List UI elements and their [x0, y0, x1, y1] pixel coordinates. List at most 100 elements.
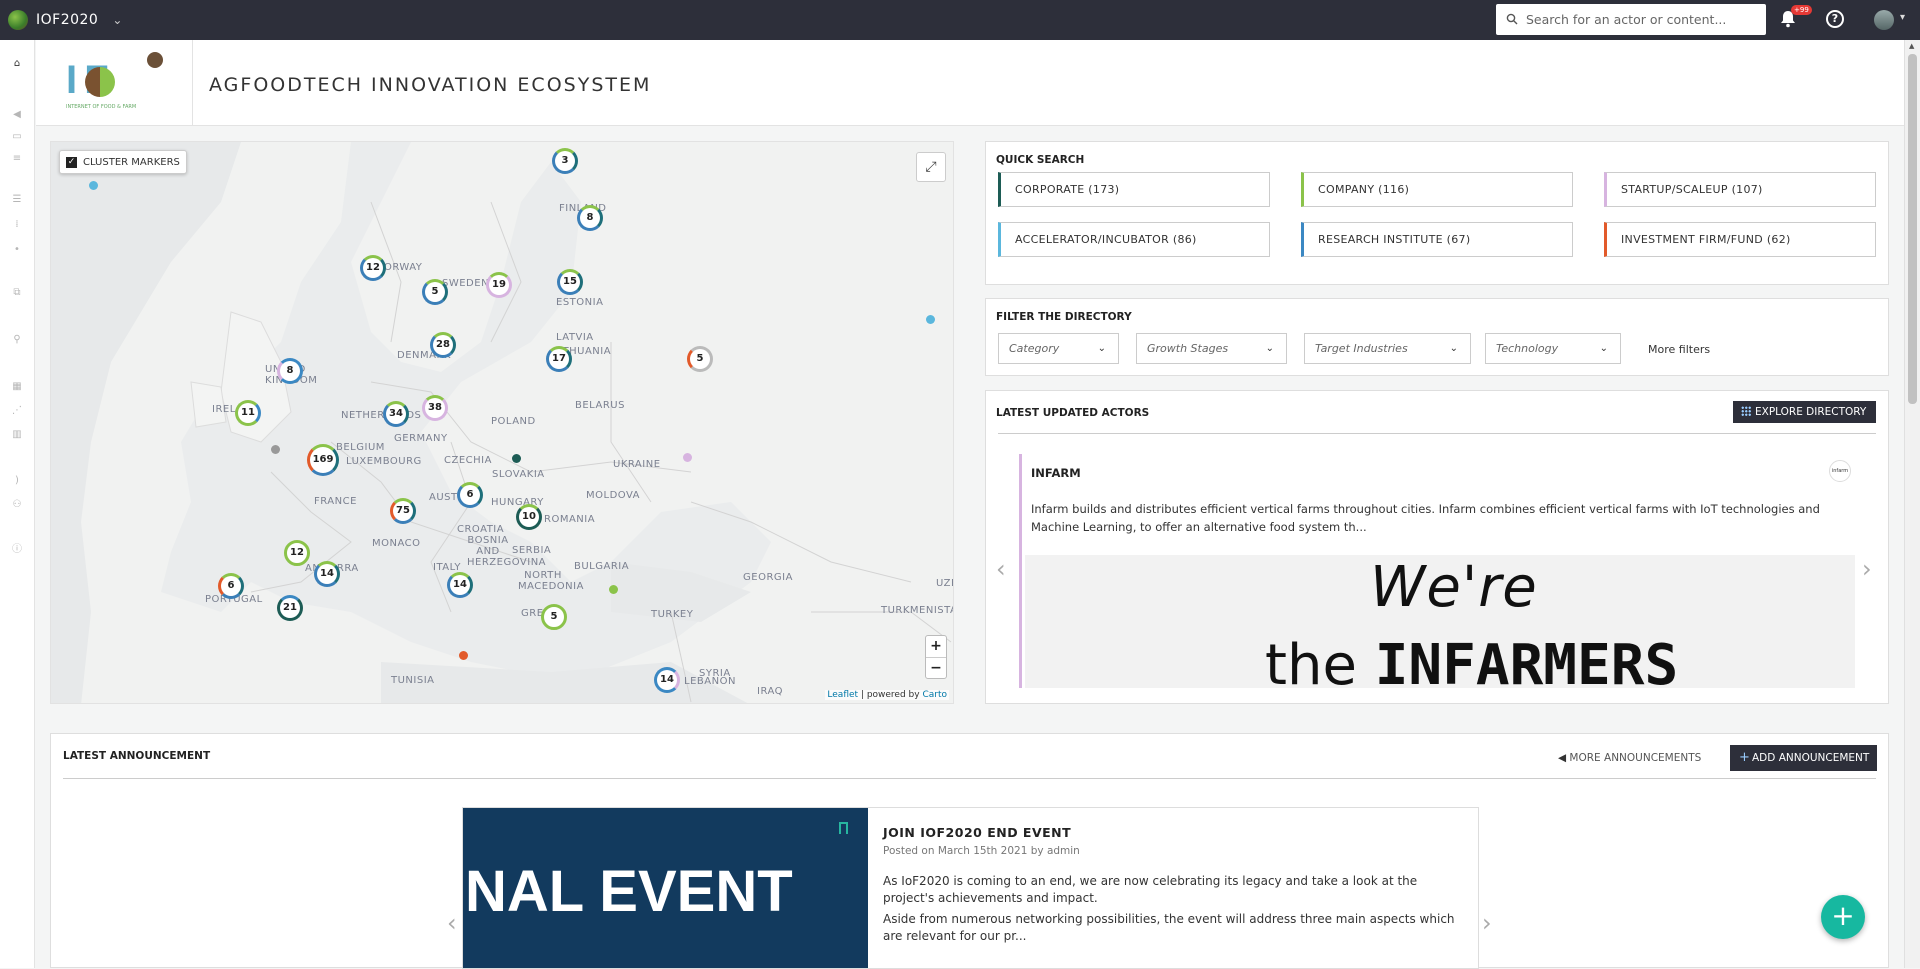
country-label: FRANCE [314, 496, 357, 507]
bookmark-icon[interactable] [839, 822, 848, 834]
rss-icon[interactable]: ) [11, 476, 23, 486]
floating-add-button[interactable]: + [1821, 895, 1865, 939]
dashboard-icon[interactable]: ▦ [11, 382, 23, 392]
notifications-badge: +99 [1791, 5, 1812, 15]
quick-search-company[interactable]: COMPANY (116) [1301, 172, 1573, 207]
global-search[interactable] [1496, 4, 1766, 35]
app-logo[interactable] [8, 10, 28, 30]
map-cluster[interactable]: 15 [557, 269, 583, 295]
map-cluster[interactable]: 14 [314, 561, 340, 587]
location-pin-icon[interactable]: • [11, 245, 23, 255]
home-icon[interactable]: ⌂ [11, 59, 23, 69]
map-cluster[interactable]: 6 [218, 573, 244, 599]
map-marker[interactable] [458, 650, 468, 660]
checkbox-checked-icon[interactable]: ✓ [66, 156, 77, 168]
map-cluster[interactable]: 17 [546, 346, 572, 372]
cluster-markers-toggle[interactable]: ✓ CLUSTER MARKERS [59, 150, 187, 174]
map-cluster[interactable]: 8 [577, 205, 603, 231]
zoom-in-button[interactable]: + [926, 636, 946, 657]
map-cluster[interactable]: 5 [541, 604, 567, 630]
map-cluster[interactable]: 6 [457, 482, 483, 508]
map-cluster[interactable]: 3 [552, 148, 578, 174]
actors-map[interactable]: ✓ CLUSTER MARKERS ⤢ FINLAND NORWAY SWEDE… [50, 141, 954, 704]
map-marker[interactable] [88, 180, 98, 190]
announcements-icon[interactable]: ◀ [11, 110, 23, 120]
more-filters-link[interactable]: More filters [1648, 343, 1710, 356]
info-icon[interactable]: ⓘ [11, 545, 23, 555]
map-marker[interactable] [511, 453, 521, 463]
scrollbar-thumb[interactable] [1908, 54, 1917, 404]
map-marker[interactable] [270, 444, 280, 454]
map-cluster[interactable]: 19 [486, 272, 512, 298]
leaflet-link[interactable]: Leaflet [827, 690, 858, 700]
team-icon[interactable]: ⚇ [11, 500, 23, 510]
quick-search-startup[interactable]: STARTUP/SCALEUP (107) [1604, 172, 1876, 207]
map-cluster[interactable]: 28 [430, 332, 456, 358]
search-input[interactable] [1526, 12, 1756, 27]
app-title[interactable]: IOF2020 [36, 12, 98, 28]
compare-icon[interactable]: ⧉ [11, 288, 23, 298]
target-industries-dropdown[interactable]: Target Industries ⌄ [1304, 333, 1471, 364]
chevron-down-icon: ⌄ [1449, 343, 1458, 354]
messages-icon[interactable]: ▭ [11, 132, 23, 142]
quick-search-investment[interactable]: INVESTMENT FIRM/FUND (62) [1604, 222, 1876, 257]
zoom-out-button[interactable]: − [926, 657, 946, 678]
map-cluster[interactable]: 75 [390, 498, 416, 524]
app-switcher-chevron-icon[interactable]: ⌄ [112, 13, 122, 27]
map-cluster[interactable]: 38 [422, 395, 448, 421]
quick-search-corporate[interactable]: CORPORATE (173) [998, 172, 1270, 207]
carousel-prev-icon[interactable]: ‹ [447, 909, 457, 937]
map-cluster[interactable]: 169 [307, 444, 339, 476]
map-cluster[interactable]: 21 [277, 595, 303, 621]
announcement-heading[interactable]: JOIN IOF2020 END EVENT [883, 825, 1071, 840]
map-marker[interactable] [608, 584, 618, 594]
carousel-next-icon[interactable]: › [1862, 555, 1872, 583]
grid-icon[interactable]: ⁞ [11, 220, 23, 230]
map-cluster[interactable]: 14 [654, 667, 680, 693]
quick-search-panel: QUICK SEARCH CORPORATE (173) COMPANY (11… [985, 141, 1889, 285]
user-avatar[interactable] [1874, 10, 1894, 30]
divider [63, 778, 1876, 779]
map-marker[interactable] [682, 452, 692, 462]
map-cluster[interactable]: 14 [447, 572, 473, 598]
dropdown-label: Category [1009, 342, 1060, 355]
map-cluster[interactable]: 8 [277, 358, 303, 384]
carto-link[interactable]: Carto [922, 690, 947, 700]
growth-stages-dropdown[interactable]: Growth Stages ⌄ [1136, 333, 1287, 364]
help-icon[interactable]: ? [1826, 10, 1844, 28]
actor-card[interactable]: INFARM infarm Infarm builds and distribu… [1019, 454, 1855, 688]
documents-icon[interactable]: ≡ [11, 154, 23, 164]
user-icon[interactable]: ⚲ [11, 335, 23, 345]
quick-search-accelerator[interactable]: ACCELERATOR/INCUBATOR (86) [998, 222, 1270, 257]
map-cluster[interactable]: 5 [687, 346, 713, 372]
map-marker[interactable] [925, 314, 935, 324]
list-icon[interactable]: ☰ [11, 195, 23, 205]
map-cluster[interactable]: 12 [360, 255, 386, 281]
add-announcement-button[interactable]: + ADD ANNOUNCEMENT [1730, 745, 1877, 771]
user-menu-chevron-icon[interactable]: ▾ [1900, 12, 1905, 23]
quick-search-research[interactable]: RESEARCH INSTITUTE (67) [1301, 222, 1573, 257]
map-cluster[interactable]: 10 [516, 504, 542, 530]
actor-name[interactable]: INFARM [1031, 466, 1081, 480]
announcement-card[interactable]: NAL EVENT JOIN IOF2020 END EVENT Posted … [462, 807, 1479, 969]
scroll-up-icon[interactable]: ▲ [1909, 42, 1914, 50]
actor-description: Infarm builds and distributes efficient … [1031, 502, 1820, 534]
country-label: LEBANON [684, 676, 736, 687]
top-bar: IOF2020 ⌄ +99 ? ▾ [0, 0, 1920, 40]
map-cluster[interactable]: 5 [422, 279, 448, 305]
country-label: BOSNIA AND HERZEGOVINA [467, 535, 547, 568]
more-announcements-link[interactable]: ◀ MORE ANNOUNCEMENTS [1558, 752, 1701, 764]
technology-dropdown[interactable]: Technology ⌄ [1485, 333, 1621, 364]
explore-directory-button[interactable]: EXPLORE DIRECTORY [1733, 401, 1876, 423]
map-cluster[interactable]: 11 [235, 400, 261, 426]
carousel-prev-icon[interactable]: ‹ [996, 555, 1006, 583]
page-scrollbar[interactable]: ▲ [1904, 40, 1920, 968]
fullscreen-button[interactable]: ⤢ [916, 152, 946, 182]
map-cluster[interactable]: 12 [284, 540, 310, 566]
carousel-next-icon[interactable]: › [1482, 909, 1492, 937]
map-cluster[interactable]: 34 [383, 401, 409, 427]
category-dropdown[interactable]: Category ⌄ [998, 333, 1119, 364]
iof-logo[interactable]: I F INTERNET OF FOOD & FARM [36, 40, 193, 126]
network-icon[interactable]: ⋰ [11, 406, 23, 416]
chart-icon[interactable]: ▥ [11, 430, 23, 440]
